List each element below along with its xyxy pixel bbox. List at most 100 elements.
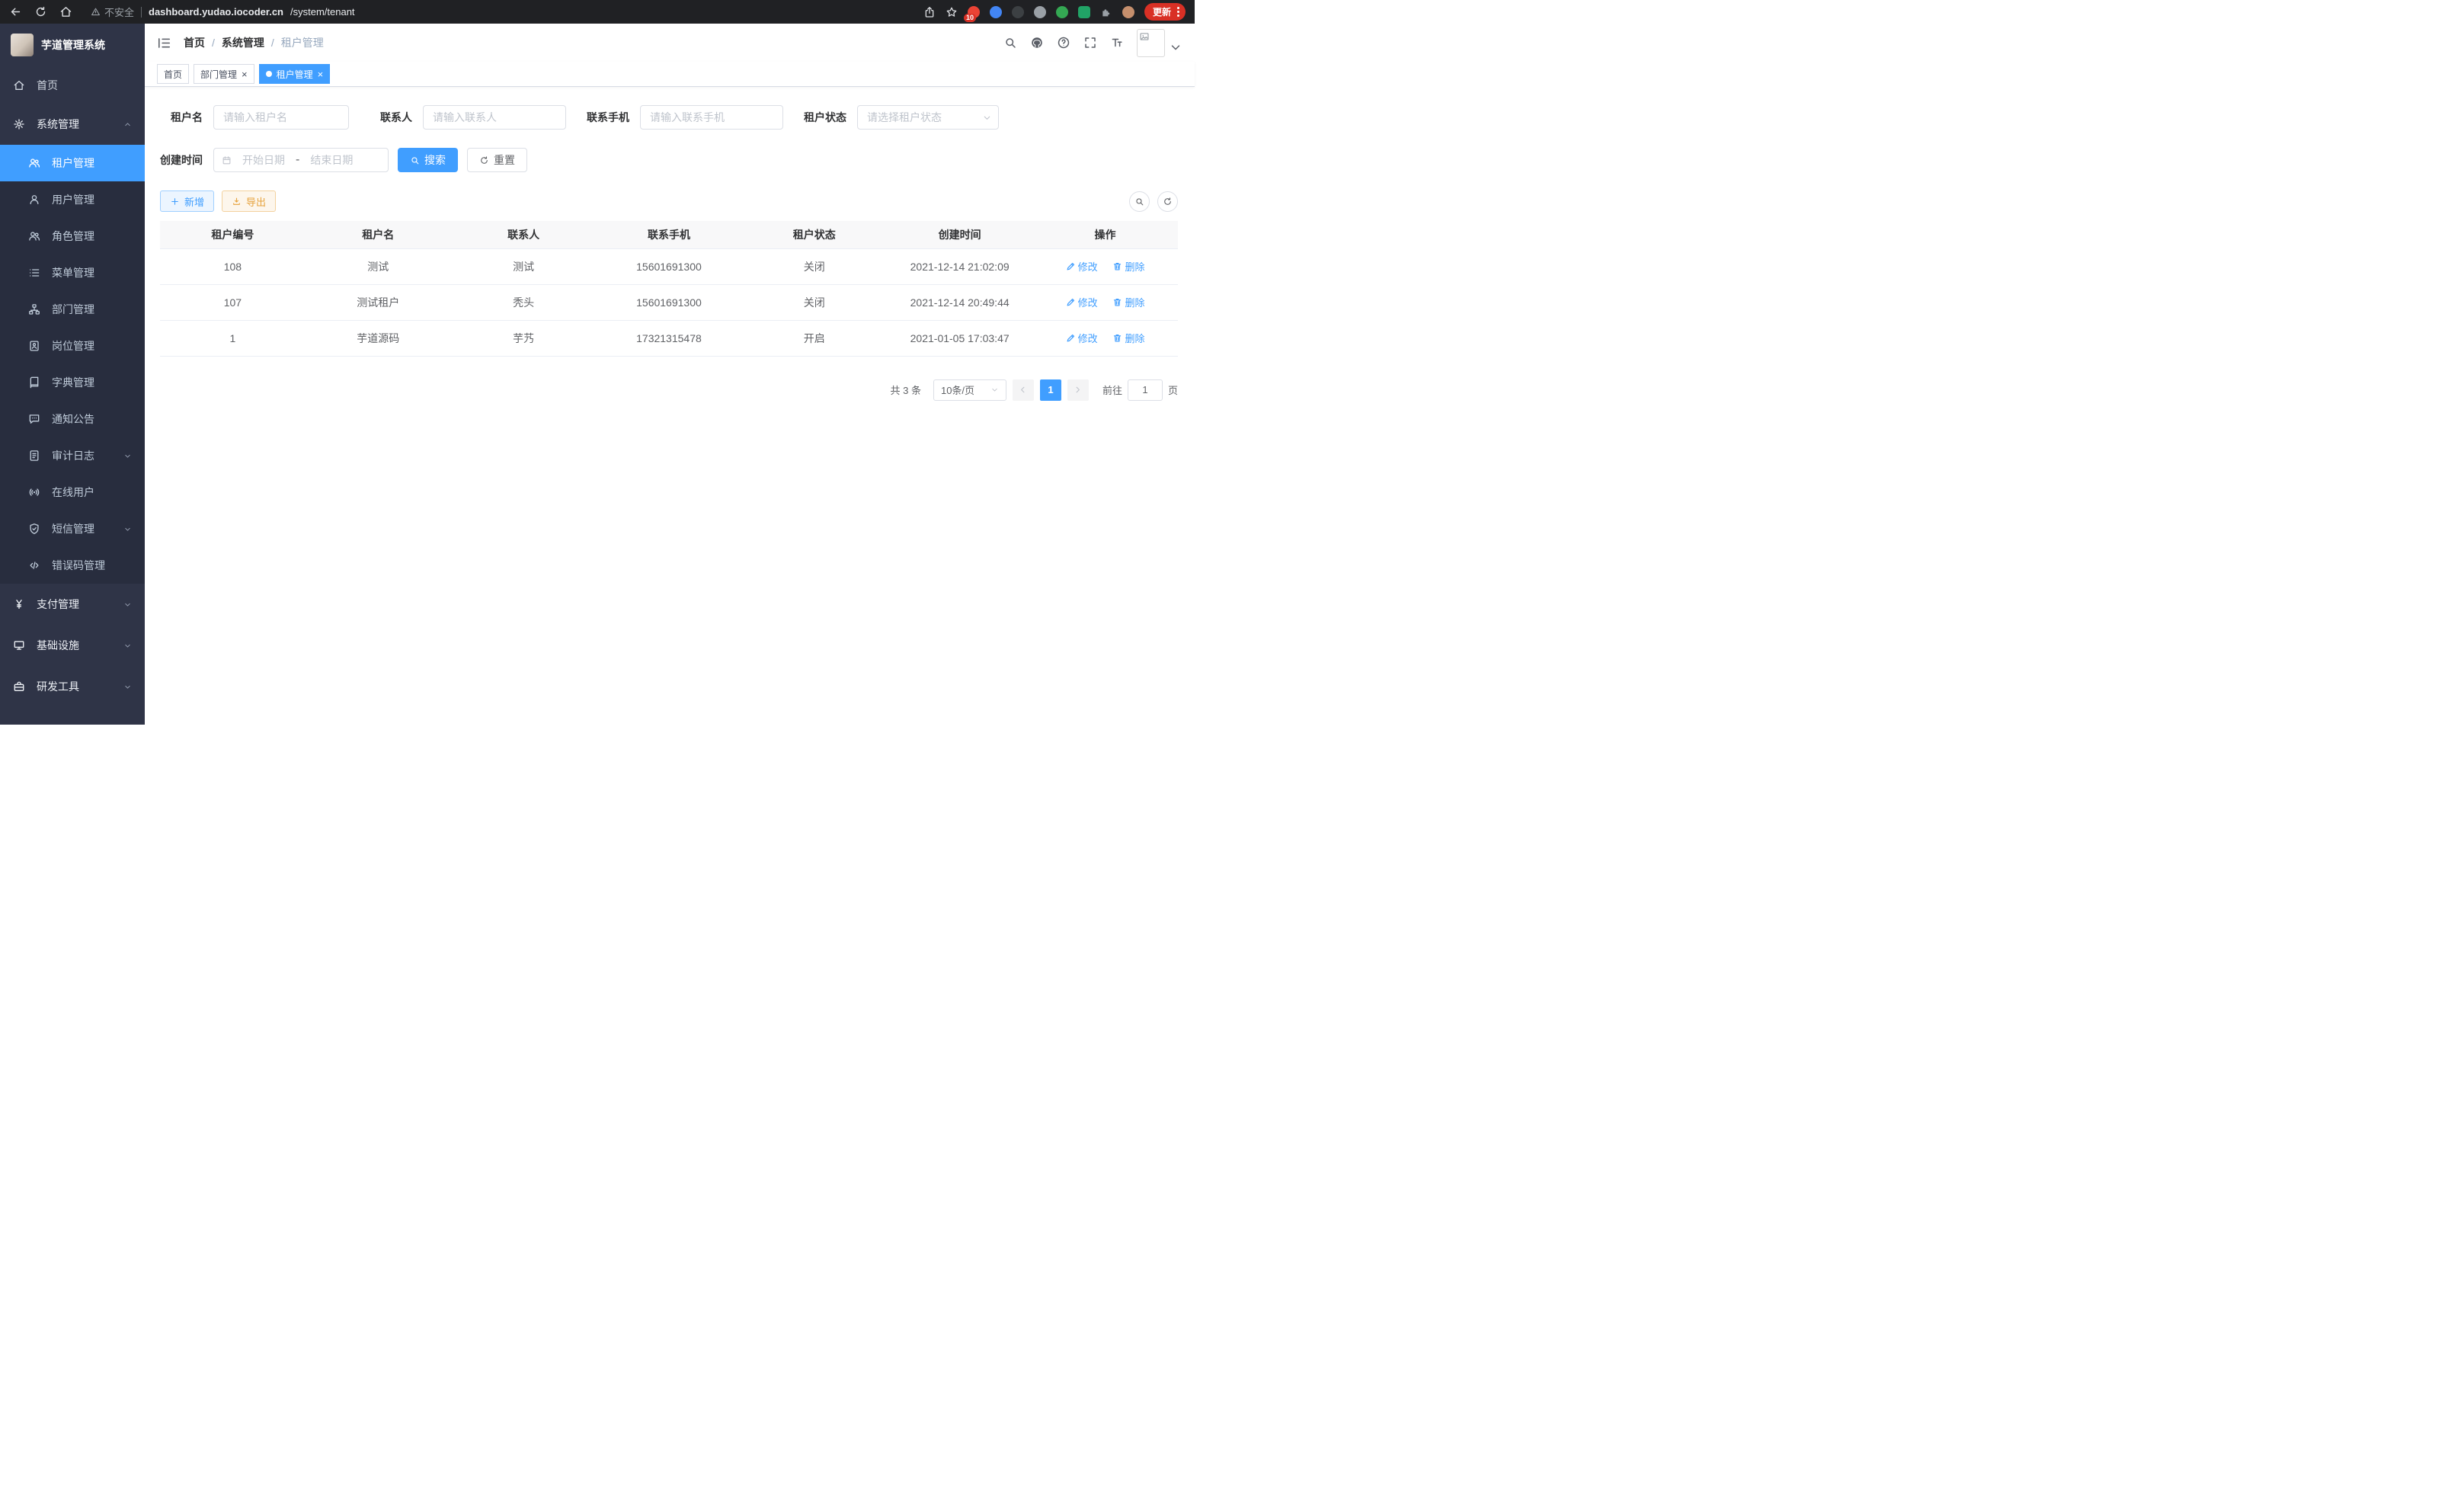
sidebar-item-online-user[interactable]: 在线用户 — [0, 474, 145, 511]
cell-contact: 秃头 — [451, 284, 597, 320]
browser-menu-icon[interactable] — [1175, 7, 1182, 17]
prev-page-button[interactable] — [1013, 379, 1034, 401]
sidebar-group-devtool[interactable]: 研发工具 — [0, 666, 145, 707]
sidebar-item-role[interactable]: 角色管理 — [0, 218, 145, 255]
sidebar-item-menu[interactable]: 菜单管理 — [0, 255, 145, 291]
chevron-down-icon — [123, 683, 132, 691]
browser-home-icon[interactable] — [59, 5, 72, 18]
phone-input[interactable] — [640, 105, 783, 130]
tenant-name-input[interactable] — [213, 105, 349, 130]
sidebar-item-label: 在线用户 — [52, 485, 94, 500]
sidebar-item-error-code[interactable]: 错误码管理 — [0, 547, 145, 584]
refresh-table-button[interactable] — [1157, 191, 1178, 212]
error-code-icon — [28, 559, 40, 571]
page-number-button[interactable]: 1 — [1040, 379, 1061, 401]
sidebar-item-notice[interactable]: 通知公告 — [0, 401, 145, 437]
column-header: 租户编号 — [160, 221, 306, 248]
export-button[interactable]: 导出 — [222, 190, 276, 212]
toggle-search-button[interactable] — [1129, 191, 1150, 212]
delete-link[interactable]: 删除 — [1112, 295, 1144, 309]
notice-chat-icon — [28, 413, 40, 425]
fullscreen-icon[interactable] — [1083, 36, 1097, 50]
font-size-icon[interactable] — [1110, 36, 1124, 50]
browser-reload-icon[interactable] — [34, 5, 47, 18]
search-icon[interactable] — [1003, 36, 1017, 50]
sidebar-item-sms[interactable]: 短信管理 — [0, 511, 145, 547]
goto-label: 前往 — [1102, 383, 1122, 397]
start-date-input[interactable] — [236, 154, 291, 166]
sidebar-item-label: 部门管理 — [52, 302, 94, 317]
delete-link[interactable]: 删除 — [1112, 331, 1144, 345]
contact-input[interactable] — [423, 105, 566, 130]
sidebar-group-infra[interactable]: 基础设施 — [0, 625, 145, 666]
gear-icon — [13, 118, 25, 130]
extension-icon-dark[interactable] — [1012, 6, 1024, 18]
extension-icon-green[interactable] — [1056, 6, 1068, 18]
extensions-puzzle-icon[interactable] — [1100, 6, 1112, 18]
status-select[interactable] — [857, 105, 999, 130]
sidebar-item-dict[interactable]: 字典管理 — [0, 364, 145, 401]
sidebar-collapse-icon[interactable] — [157, 36, 171, 50]
next-page-button[interactable] — [1067, 379, 1089, 401]
tab-home[interactable]: 首页 — [157, 64, 189, 84]
sidebar-item-label: 用户管理 — [52, 192, 94, 207]
github-icon[interactable] — [1030, 36, 1044, 50]
sidebar-group-label: 支付管理 — [37, 597, 79, 612]
security-indicator[interactable]: 不安全 — [91, 5, 134, 19]
add-button[interactable]: 新增 — [160, 190, 214, 212]
end-date-input[interactable] — [304, 154, 359, 166]
cell-status: 关闭 — [741, 284, 887, 320]
delete-link[interactable]: 删除 — [1112, 259, 1144, 274]
refresh-icon — [479, 155, 489, 165]
url-path: /system/tenant — [290, 6, 355, 18]
create-time-label: 创建时间 — [160, 152, 203, 168]
cell-tenant-id: 1 — [160, 320, 306, 356]
edit-link[interactable]: 修改 — [1066, 331, 1098, 345]
breadcrumb-item-system[interactable]: 系统管理 — [222, 35, 264, 50]
tab-close-icon[interactable]: × — [242, 69, 248, 79]
sidebar-item-label: 菜单管理 — [52, 265, 94, 280]
extension-icon-blue[interactable] — [990, 6, 1002, 18]
page-content: 租户名 联系人 联系手机 租户状态 — [145, 87, 1195, 725]
extension-icon-gray[interactable] — [1034, 6, 1046, 18]
browser-profile-avatar[interactable] — [1122, 6, 1134, 18]
user-avatar-menu[interactable] — [1137, 29, 1182, 57]
address-bar[interactable]: 不安全 dashboard.yudao.iocoder.cn/system/te… — [91, 5, 355, 19]
share-icon[interactable] — [923, 6, 936, 18]
page-unit-label: 页 — [1168, 383, 1178, 397]
bookmark-star-icon[interactable] — [946, 6, 958, 18]
user-icon — [28, 194, 40, 206]
cell-status: 开启 — [741, 320, 887, 356]
tab-tenant[interactable]: 租户管理 × — [259, 64, 331, 84]
browser-back-icon[interactable] — [9, 5, 22, 18]
date-range-picker[interactable]: - — [213, 148, 389, 172]
reset-button[interactable]: 重置 — [467, 148, 527, 172]
edit-link[interactable]: 修改 — [1066, 295, 1098, 309]
logo[interactable]: 芋道管理系统 — [0, 24, 145, 66]
sidebar-item-post[interactable]: 岗位管理 — [0, 328, 145, 364]
extension-icon-green-square[interactable] — [1078, 6, 1090, 18]
sidebar-item-dept[interactable]: 部门管理 — [0, 291, 145, 328]
sidebar-item-user[interactable]: 用户管理 — [0, 181, 145, 218]
column-header: 创建时间 — [887, 221, 1032, 248]
cell-tenant-name: 芋道源码 — [306, 320, 451, 356]
sidebar-item-tenant[interactable]: 租户管理 — [0, 145, 145, 181]
sidebar-item-home[interactable]: 首页 — [0, 66, 145, 104]
cell-phone: 15601691300 — [597, 284, 742, 320]
page-size-select[interactable]: 10条/页 — [933, 379, 1006, 401]
sidebar-item-audit-log[interactable]: 审计日志 — [0, 437, 145, 474]
help-icon[interactable] — [1057, 36, 1070, 50]
sidebar-group-system[interactable]: 系统管理 — [0, 104, 145, 145]
search-icon — [410, 155, 420, 165]
breadcrumb-item-home[interactable]: 首页 — [184, 35, 205, 50]
tab-close-icon[interactable]: × — [318, 69, 324, 79]
search-button[interactable]: 搜索 — [398, 148, 458, 172]
trash-icon — [1112, 261, 1122, 271]
sidebar-group-pay[interactable]: 支付管理 — [0, 584, 145, 625]
cell-tenant-id: 108 — [160, 248, 306, 284]
goto-page-input[interactable] — [1128, 379, 1163, 401]
tab-dept[interactable]: 部门管理 × — [194, 64, 254, 84]
browser-update-button[interactable]: 更新 — [1144, 3, 1186, 21]
edit-link[interactable]: 修改 — [1066, 259, 1098, 274]
extension-icon-red[interactable]: 10 — [968, 6, 980, 18]
